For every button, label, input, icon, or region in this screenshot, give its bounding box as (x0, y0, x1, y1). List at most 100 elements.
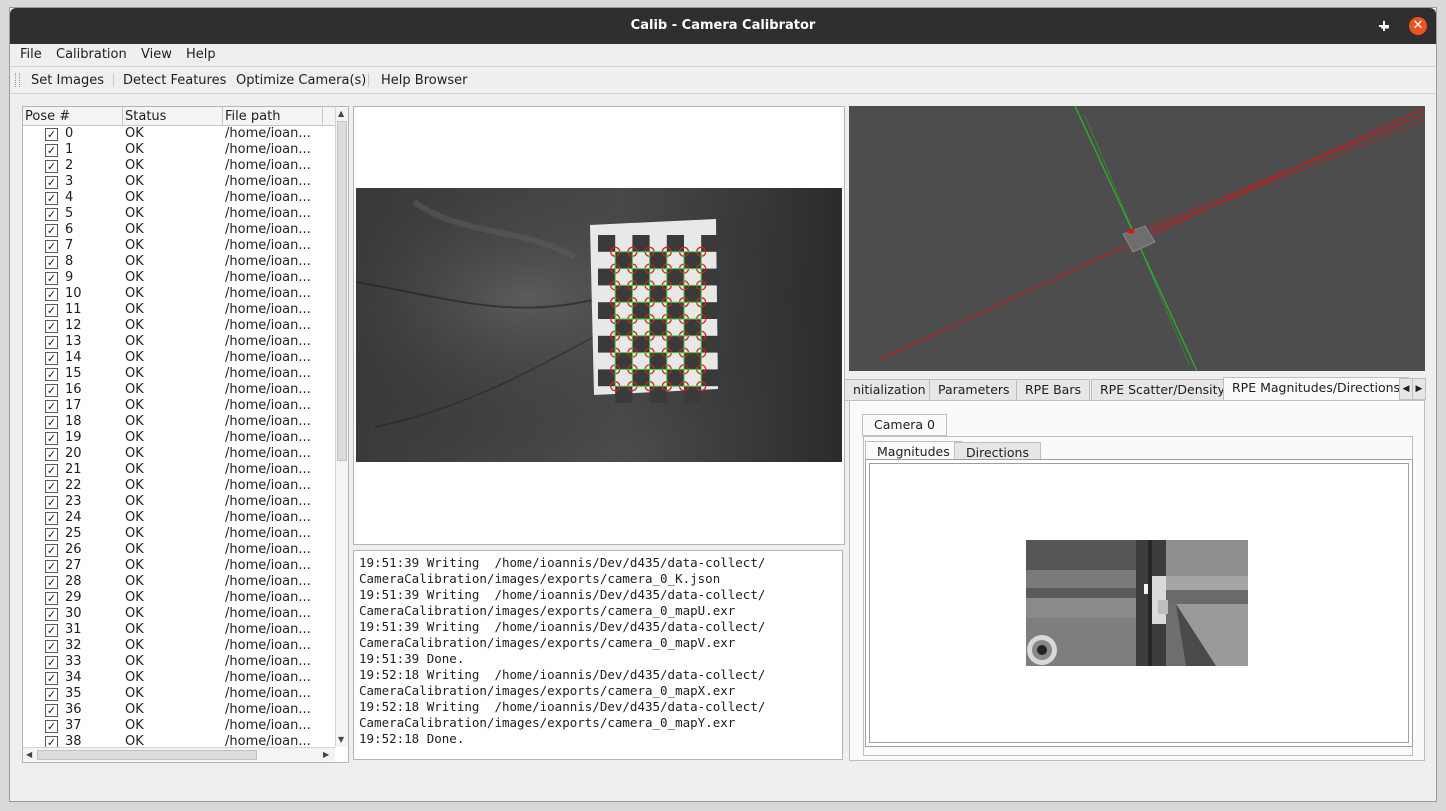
table-row[interactable]: ✓ 21 OK/home/ioan... (23, 462, 335, 478)
pose-checkbox[interactable]: ✓ (45, 240, 58, 253)
scroll-up-icon[interactable]: ▲ (338, 109, 344, 118)
table-row[interactable]: ✓ 1 OK/home/ioan... (23, 142, 335, 158)
pose-checkbox[interactable]: ✓ (45, 128, 58, 141)
column-header-status[interactable]: Status (125, 109, 166, 124)
pose-checkbox[interactable]: ✓ (45, 368, 58, 381)
tab-scroll-left-icon[interactable]: ◀ (1399, 378, 1413, 400)
pose-checkbox[interactable]: ✓ (45, 176, 58, 189)
table-row[interactable]: ✓ 12 OK/home/ioan... (23, 318, 335, 334)
table-row[interactable]: ✓ 31 OK/home/ioan... (23, 622, 335, 638)
table-row[interactable]: ✓ 0 OK/home/ioan... (23, 126, 335, 142)
table-row[interactable]: ✓ 3 OK/home/ioan... (23, 174, 335, 190)
table-row[interactable]: ✓ 11 OK/home/ioan... (23, 302, 335, 318)
pose-checkbox[interactable]: ✓ (45, 512, 58, 525)
pose-checkbox[interactable]: ✓ (45, 432, 58, 445)
tab-scroll-right-icon[interactable]: ▶ (1412, 378, 1426, 400)
pose-checkbox[interactable]: ✓ (45, 272, 58, 285)
pose-checkbox[interactable]: ✓ (45, 480, 58, 493)
pose-checkbox[interactable]: ✓ (45, 144, 58, 157)
table-row[interactable]: ✓ 14 OK/home/ioan... (23, 350, 335, 366)
vertical-scrollbar[interactable]: ▲ ▼ (335, 107, 348, 747)
pose-checkbox[interactable]: ✓ (45, 288, 58, 301)
table-row[interactable]: ✓ 23 OK/home/ioan... (23, 494, 335, 510)
scroll-down-icon[interactable]: ▼ (338, 735, 344, 744)
pose-checkbox[interactable]: ✓ (45, 576, 58, 589)
pose-checkbox[interactable]: ✓ (45, 672, 58, 685)
pose-checkbox[interactable]: ✓ (45, 400, 58, 413)
table-row[interactable]: ✓ 28 OK/home/ioan... (23, 574, 335, 590)
pose-checkbox[interactable]: ✓ (45, 528, 58, 541)
log-output[interactable]: 19:51:39 Writing /home/ioannis/Dev/d435/… (353, 550, 843, 760)
scrollbar-thumb[interactable] (37, 750, 257, 760)
horizontal-scrollbar[interactable]: ◀ ▶ (23, 747, 335, 762)
scroll-right-icon[interactable]: ▶ (323, 750, 329, 759)
scroll-left-icon[interactable]: ◀ (26, 750, 32, 759)
pose-checkbox[interactable]: ✓ (45, 656, 58, 669)
tab-rpe-bars[interactable]: RPE Bars (1016, 379, 1090, 401)
detect-features-button[interactable]: Detect Features (123, 73, 226, 88)
table-row[interactable]: ✓ 20 OK/home/ioan... (23, 446, 335, 462)
table-row[interactable]: ✓ 25 OK/home/ioan... (23, 526, 335, 542)
pose-checkbox[interactable]: ✓ (45, 624, 58, 637)
pose-checkbox[interactable]: ✓ (45, 224, 58, 237)
pose-checkbox[interactable]: ✓ (45, 416, 58, 429)
pose-checkbox[interactable]: ✓ (45, 208, 58, 221)
table-row[interactable]: ✓ 32 OK/home/ioan... (23, 638, 335, 654)
table-row[interactable]: ✓ 29 OK/home/ioan... (23, 590, 335, 606)
table-row[interactable]: ✓ 7 OK/home/ioan... (23, 238, 335, 254)
pose-checkbox[interactable]: ✓ (45, 608, 58, 621)
table-row[interactable]: ✓ 22 OK/home/ioan... (23, 478, 335, 494)
pose-checkbox[interactable]: ✓ (45, 160, 58, 173)
pose-checkbox[interactable]: ✓ (45, 592, 58, 605)
pose-checkbox[interactable]: ✓ (45, 640, 58, 653)
pose-checkbox[interactable]: ✓ (45, 336, 58, 349)
pose-checkbox[interactable]: ✓ (45, 192, 58, 205)
pose-checkbox[interactable]: ✓ (45, 352, 58, 365)
table-row[interactable]: ✓ 4 OK/home/ioan... (23, 190, 335, 206)
tab-camera-0[interactable]: Camera 0 (862, 414, 947, 436)
menu-file[interactable]: File (20, 47, 42, 62)
optimize-cameras-button[interactable]: Optimize Camera(s) (236, 73, 366, 88)
table-row[interactable]: ✓ 37 OK/home/ioan... (23, 718, 335, 734)
pose-checkbox[interactable]: ✓ (45, 720, 58, 733)
menu-calibration[interactable]: Calibration (56, 47, 127, 62)
tab-rpe-magnitudes-directions[interactable]: RPE Magnitudes/Directions (1223, 377, 1410, 401)
pose-checkbox[interactable]: ✓ (45, 320, 58, 333)
table-row[interactable]: ✓ 15 OK/home/ioan... (23, 366, 335, 382)
table-row[interactable]: ✓ 17 OK/home/ioan... (23, 398, 335, 414)
pose-checkbox[interactable]: ✓ (45, 256, 58, 269)
scrollbar-thumb[interactable] (337, 121, 347, 461)
table-row[interactable]: ✓ 13 OK/home/ioan... (23, 334, 335, 350)
table-row[interactable]: ✓ 9 OK/home/ioan... (23, 270, 335, 286)
table-row[interactable]: ✓ 8 OK/home/ioan... (23, 254, 335, 270)
menu-help[interactable]: Help (186, 47, 216, 62)
pose-checkbox[interactable]: ✓ (45, 384, 58, 397)
table-row[interactable]: ✓ 10 OK/home/ioan... (23, 286, 335, 302)
pose-checkbox[interactable]: ✓ (45, 544, 58, 557)
table-row[interactable]: ✓ 30 OK/home/ioan... (23, 606, 335, 622)
column-header-pose[interactable]: Pose # (25, 109, 70, 124)
close-icon[interactable]: ✕ (1409, 17, 1427, 35)
maximize-icon[interactable]: + (1375, 17, 1393, 35)
table-row[interactable]: ✓ 36 OK/home/ioan... (23, 702, 335, 718)
pose-checkbox[interactable]: ✓ (45, 704, 58, 717)
pose-checkbox[interactable]: ✓ (45, 304, 58, 317)
pose-checkbox[interactable]: ✓ (45, 560, 58, 573)
table-row[interactable]: ✓ 34 OK/home/ioan... (23, 670, 335, 686)
toolbar-grip[interactable] (15, 73, 20, 87)
table-row[interactable]: ✓ 18 OK/home/ioan... (23, 414, 335, 430)
tab-initialization[interactable]: nitialization (845, 379, 935, 401)
pose-checkbox[interactable]: ✓ (45, 496, 58, 509)
pose-checkbox[interactable]: ✓ (45, 448, 58, 461)
menu-view[interactable]: View (141, 47, 172, 62)
3d-view[interactable] (849, 105, 1426, 372)
tab-rpe-scatter-density[interactable]: RPE Scatter/Density (1091, 379, 1234, 401)
table-row[interactable]: ✓ 2 OK/home/ioan... (23, 158, 335, 174)
table-row[interactable]: ✓ 6 OK/home/ioan... (23, 222, 335, 238)
column-header-file-path[interactable]: File path (225, 109, 280, 124)
pose-checkbox[interactable]: ✓ (45, 688, 58, 701)
tab-parameters[interactable]: Parameters (929, 379, 1019, 401)
table-row[interactable]: ✓ 33 OK/home/ioan... (23, 654, 335, 670)
help-browser-button[interactable]: Help Browser (381, 73, 467, 88)
table-row[interactable]: ✓ 19 OK/home/ioan... (23, 430, 335, 446)
